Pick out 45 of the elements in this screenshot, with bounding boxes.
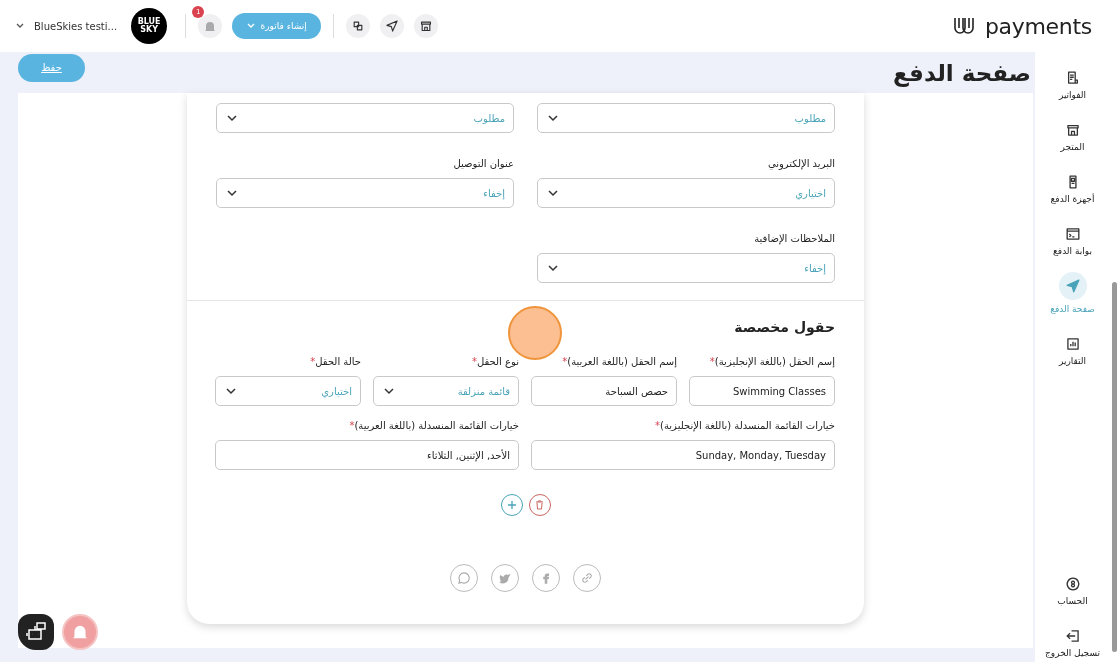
field-label: إسم الحقل (باللغة الإنجليزية)* bbox=[708, 355, 835, 369]
exchange-icon[interactable] bbox=[346, 14, 371, 38]
input-field[interactable]: حصص السباحة bbox=[531, 376, 677, 406]
sidebar-item[interactable]: تسجيل الخروج bbox=[1035, 622, 1110, 658]
input-field[interactable]: Swimming Classes bbox=[689, 376, 835, 406]
input-field[interactable]: Sunday, Monday, Tuesday bbox=[531, 440, 835, 470]
sidebar-item[interactable]: الفواتير bbox=[1035, 64, 1110, 100]
field-label: الملاحظات الإضافية bbox=[753, 232, 835, 246]
caret-icon bbox=[226, 387, 236, 395]
field-label: نوع الحقل* bbox=[471, 355, 519, 369]
caret-icon bbox=[548, 264, 558, 272]
sidebar-item[interactable]: الحساب bbox=[1035, 570, 1110, 606]
notification-bell-icon[interactable] bbox=[198, 14, 223, 38]
caret-icon bbox=[384, 387, 394, 395]
sidebar-item[interactable]: المتجر bbox=[1035, 116, 1110, 152]
caret-icon bbox=[246, 23, 255, 29]
sidebar-item[interactable]: التقارير bbox=[1035, 330, 1110, 366]
company-avatar[interactable]: BLUE SKY bbox=[131, 8, 168, 44]
caret-icon bbox=[548, 114, 558, 122]
send-icon[interactable] bbox=[380, 14, 405, 38]
field-label: خيارات القائمة المنسدلة (باللغة الإنجليزية)* bbox=[654, 419, 835, 433]
caret-icon bbox=[548, 189, 558, 197]
caret-icon bbox=[227, 114, 237, 122]
field-label: إسم الحقل (باللغة العربية)* bbox=[561, 355, 677, 369]
gateway-icon bbox=[1064, 226, 1081, 242]
reports-icon bbox=[1064, 336, 1081, 352]
store-icon bbox=[1064, 122, 1081, 138]
caret-icon[interactable] bbox=[16, 23, 24, 29]
store-icon[interactable] bbox=[414, 14, 439, 38]
account-name[interactable]: BlueSkies testi... bbox=[34, 20, 118, 32]
field-label: حالة الحقل* bbox=[309, 355, 361, 369]
logo-text: payments bbox=[984, 13, 1092, 39]
field-label: خيارات القائمة المنسدلة (باللغة العربية)* bbox=[348, 419, 519, 433]
sidebar-item[interactable]: أجهزة الدفع bbox=[1035, 168, 1110, 204]
field-label: البريد الإلكتروني bbox=[766, 157, 835, 171]
page-title: صفحة الدفع bbox=[893, 59, 1032, 86]
scrollbar[interactable] bbox=[1110, 52, 1120, 662]
logout-icon bbox=[1064, 628, 1081, 644]
caret-icon bbox=[227, 189, 237, 197]
section-title: حقول مخصصة bbox=[733, 319, 835, 335]
account-icon bbox=[1064, 576, 1081, 592]
sidebar-item[interactable]: بوابة الدفع bbox=[1035, 220, 1110, 256]
input-field[interactable]: الأحد, الإثنين, الثلاثاء bbox=[215, 440, 519, 470]
send-icon bbox=[1064, 278, 1081, 294]
field-label: عنوان التوصيل bbox=[452, 157, 514, 171]
